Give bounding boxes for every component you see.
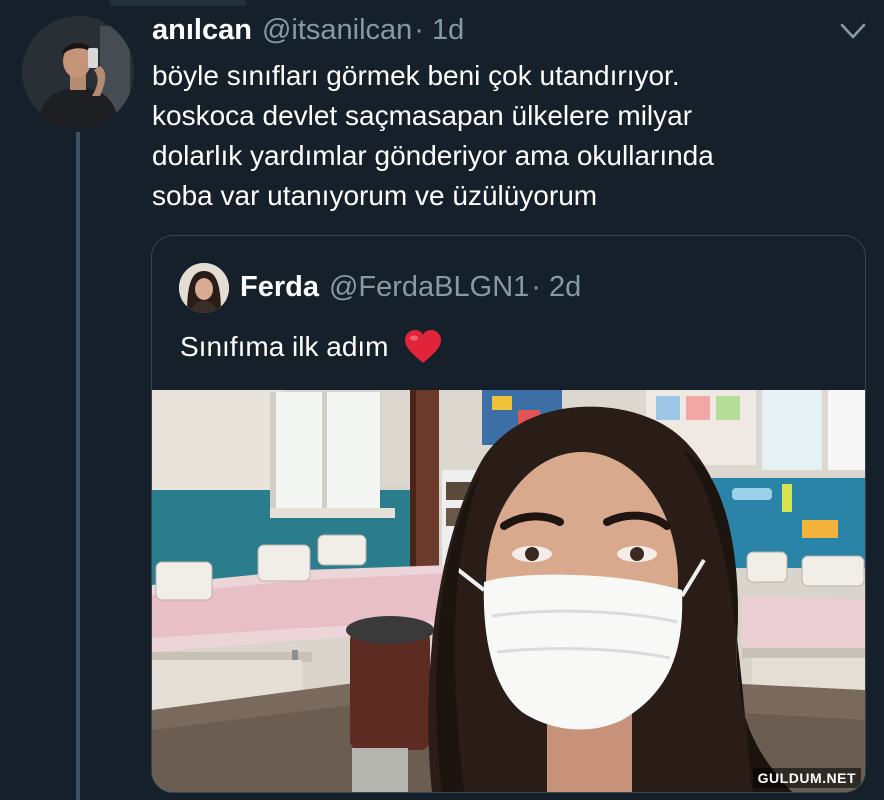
chevron-down-icon[interactable] [838,18,868,44]
quoted-author-name[interactable]: Ferda [240,271,319,304]
red-heart-emoji-icon [404,330,441,363]
watermark-text: GULDUM.NET [752,768,861,788]
quoted-tweet-header: Ferda @FerdaBLGN1 · 2d [240,271,581,304]
thread-connector-line [76,132,80,800]
author-name[interactable]: anılcan [152,14,252,47]
quoted-tweet-card[interactable]: Ferda @FerdaBLGN1 · 2d Sınıfıma ilk adım [151,235,866,793]
author-handle[interactable]: @itsanilcan [262,14,412,47]
quoted-author-avatar[interactable] [179,263,229,313]
classroom-photo-image [152,390,865,792]
author-avatar-photo [22,16,134,128]
quoted-avatar-photo [179,263,229,313]
tweet-time[interactable]: · 1d [414,14,464,47]
classroom-selfie-photo[interactable]: GULDUM.NET [152,390,865,792]
tweet-header: anılcan @itsanilcan · 1d [152,14,464,50]
tweet-text: böyle sınıfları görmek beni çok utandırı… [152,60,714,211]
quoted-tweet-text: Sınıfıma ilk adım [180,331,389,362]
quoted-tweet-text-row: Sınıfıma ilk adım [180,329,443,365]
author-avatar[interactable] [22,16,134,128]
quoted-tweet-time[interactable]: · 2d [531,271,581,304]
previous-tweet-edge [110,0,450,6]
quoted-author-handle[interactable]: @FerdaBLGN1 [329,271,529,304]
